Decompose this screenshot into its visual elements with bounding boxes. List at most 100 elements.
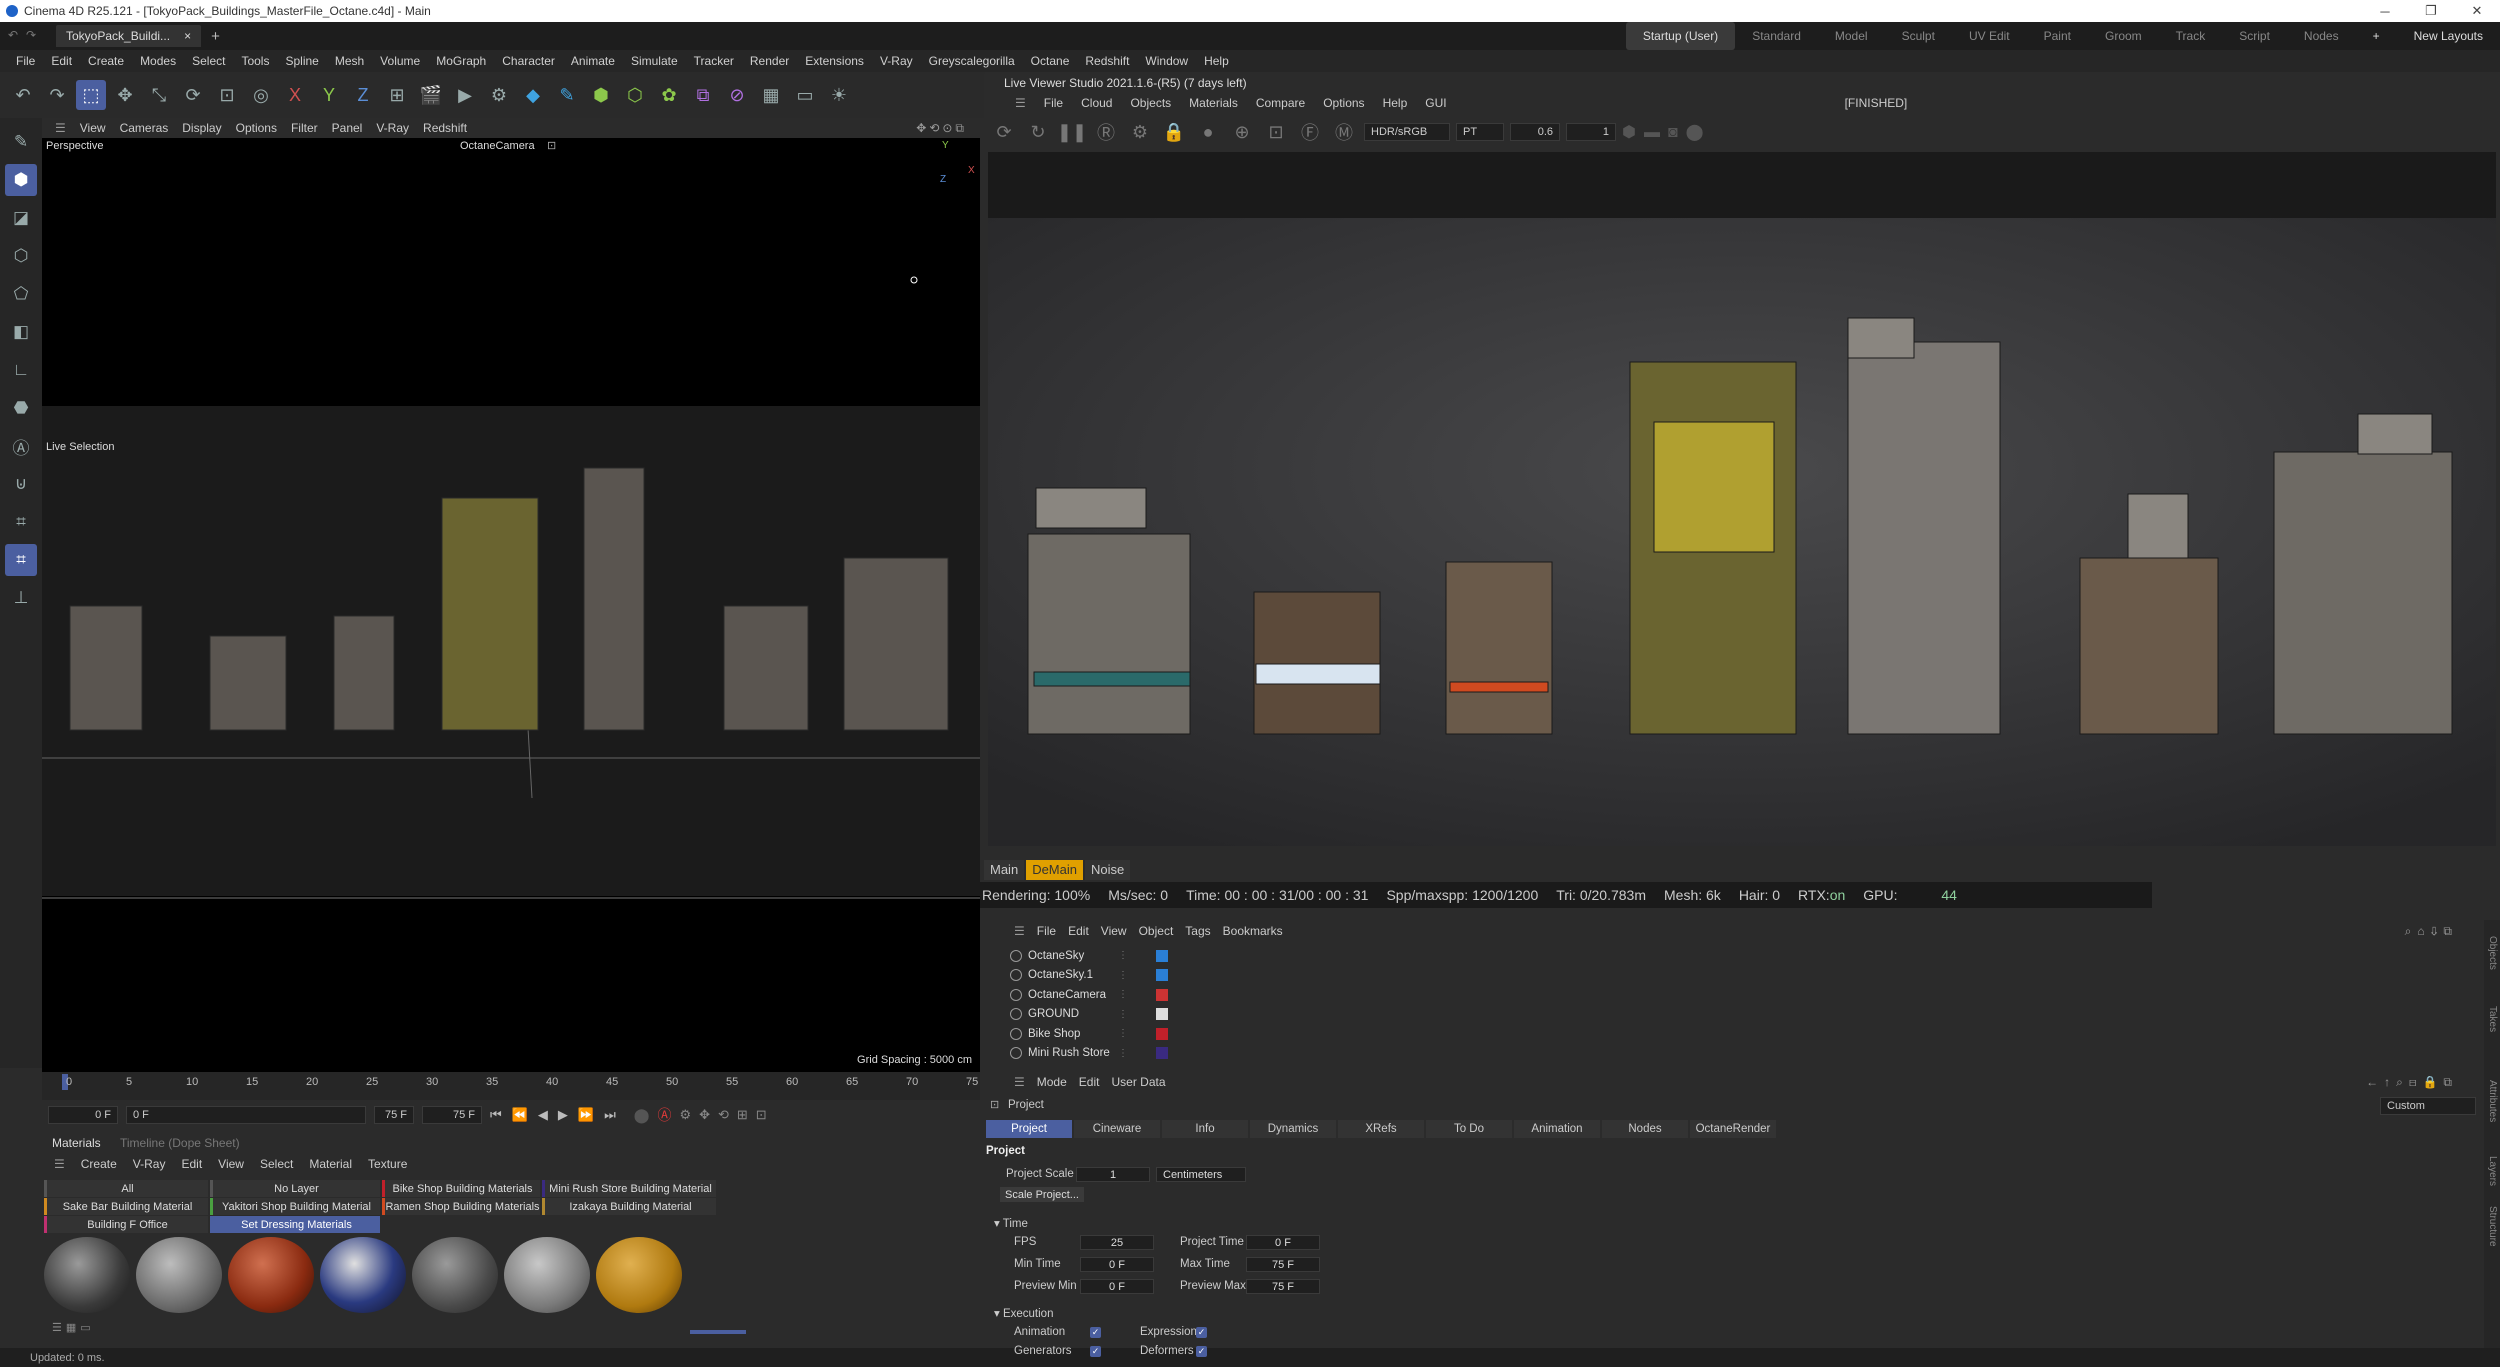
object-tag-icon[interactable] <box>1156 949 1168 962</box>
menu-help[interactable]: Help <box>1196 54 1237 68</box>
object-row[interactable]: GROUND ⋮ <box>1010 1005 2460 1024</box>
undo-tool-icon[interactable]: ↶ <box>8 80 38 110</box>
snap-icon[interactable]: ⊡ <box>212 80 242 110</box>
lv-menu-help[interactable]: Help <box>1374 96 1417 110</box>
document-tab[interactable]: TokyoPack_Buildi... × <box>56 25 202 47</box>
start-frame-field[interactable]: 0 F <box>48 1106 118 1124</box>
autokey-icon[interactable]: Ⓐ <box>657 1105 671 1125</box>
sidebar-layers[interactable]: Layers <box>2487 1156 2498 1186</box>
visibility-dots-icon[interactable]: ⋮ <box>1118 1048 1128 1059</box>
document-tab-close-icon[interactable]: × <box>184 29 191 43</box>
fps-field[interactable]: 25 <box>1080 1235 1154 1250</box>
new-layouts-button[interactable]: New Layouts <box>2397 22 2500 50</box>
layout-script[interactable]: Script <box>2222 22 2287 50</box>
layer-no-layer[interactable]: No Layer <box>210 1180 380 1197</box>
render-view-icon[interactable]: ▶ <box>450 80 480 110</box>
max-time-field[interactable]: 75 F <box>1246 1257 1320 1272</box>
exposure-field[interactable]: 0.6 <box>1510 123 1560 141</box>
menu-create[interactable]: Create <box>80 54 132 68</box>
playback-controls[interactable]: ⏮⏪◀▶⏩⏭ <box>490 1107 626 1123</box>
deformers-checkbox[interactable]: ✓ <box>1196 1346 1207 1357</box>
cloner-icon[interactable]: ⬡ <box>620 80 650 110</box>
sidebar-takes[interactable]: Takes <box>2487 1006 2498 1032</box>
menu-modes[interactable]: Modes <box>132 54 184 68</box>
obj-menu-edit[interactable]: Edit <box>1062 924 1095 938</box>
key-tools-icons[interactable]: ⚙✥⟲⊞⊡ <box>679 1107 774 1123</box>
object-row[interactable]: OctaneSky ⋮ <box>1010 946 2460 965</box>
preview-end-field[interactable]: 75 F <box>374 1106 414 1124</box>
tab-cineware[interactable]: Cineware <box>1074 1120 1160 1138</box>
preview-max-field[interactable]: 75 F <box>1246 1279 1320 1294</box>
new-document-button[interactable]: + <box>211 28 220 45</box>
layer-izakaya[interactable]: Izakaya Building Material <box>542 1198 716 1215</box>
layer-set-dressing[interactable]: Set Dressing Materials <box>210 1216 380 1233</box>
object-row[interactable]: OctaneSky.1 ⋮ <box>1010 966 2460 985</box>
object-tag-icon[interactable] <box>1156 1008 1168 1020</box>
obj-menu-file[interactable]: File <box>1031 924 1062 938</box>
mat-menu-select[interactable]: Select <box>254 1157 299 1171</box>
record-icon[interactable]: ⬤ <box>634 1107 650 1124</box>
viewport-menu-options[interactable]: Options <box>229 121 284 135</box>
layout-startup[interactable]: Startup (User) <box>1625 22 1736 50</box>
object-row[interactable]: Bike Shop ⋮ <box>1010 1024 2460 1043</box>
minimize-icon[interactable]: ─ <box>2362 0 2408 22</box>
lock-icon[interactable]: 🔒 <box>1160 118 1188 146</box>
menu-window[interactable]: Window <box>1137 54 1196 68</box>
layer-sake-bar[interactable]: Sake Bar Building Material <box>44 1198 208 1215</box>
current-frame-field[interactable]: 0 F <box>126 1106 366 1124</box>
layer-field[interactable]: 1 <box>1566 123 1616 141</box>
tab-animation[interactable]: Animation <box>1514 1120 1600 1138</box>
axis-lock-icon[interactable]: ⊥ <box>5 582 37 614</box>
grid-snap-icon[interactable]: ⌗ <box>5 544 37 576</box>
move-icon[interactable]: ✥ <box>110 80 140 110</box>
tab-xrefs[interactable]: XRefs <box>1338 1120 1424 1138</box>
point-mode-icon[interactable]: ⬡ <box>5 240 37 272</box>
weight-icon[interactable]: ⬣ <box>5 392 37 424</box>
menu-animate[interactable]: Animate <box>563 54 623 68</box>
min-time-field[interactable]: 0 F <box>1080 1257 1154 1272</box>
render-region-icon[interactable]: 🎬 <box>416 80 446 110</box>
tab-dynamics[interactable]: Dynamics <box>1250 1120 1336 1138</box>
axis-mode-icon[interactable]: ∟ <box>5 354 37 386</box>
project-scale-field[interactable]: 1 <box>1076 1167 1150 1182</box>
region-icon[interactable]: Ⓡ <box>1092 118 1120 146</box>
tab-octanerender[interactable]: OctaneRender <box>1690 1120 1776 1138</box>
add-layout-button[interactable]: + <box>2356 22 2397 50</box>
viewport-menu-vray[interactable]: V-Ray <box>369 121 416 135</box>
menu-volume[interactable]: Volume <box>372 54 428 68</box>
preview-min-field[interactable]: 0 F <box>1080 1279 1154 1294</box>
tab-materials[interactable]: Materials <box>52 1136 101 1150</box>
animation-checkbox[interactable]: ✓ <box>1090 1327 1101 1338</box>
render-view[interactable] <box>988 152 2496 846</box>
viewport-menu-cameras[interactable]: Cameras <box>113 121 176 135</box>
viewport-nav-icons[interactable]: ✥⟲⊙⧉ <box>909 121 974 136</box>
visibility-dots-icon[interactable]: ⋮ <box>1118 950 1128 961</box>
light-icon[interactable]: ☀ <box>824 80 854 110</box>
layout-track[interactable]: Track <box>2159 22 2223 50</box>
menu-select[interactable]: Select <box>184 54 233 68</box>
attr-nav-icons[interactable]: ←↑⌕⊟🔒⧉ <box>2360 1075 2464 1090</box>
object-tag-icon[interactable] <box>1156 988 1168 1001</box>
viewport-menu-panel[interactable]: Panel <box>325 121 370 135</box>
sculpt-icon[interactable]: Ⓐ <box>5 430 37 462</box>
lv-menu-cloud[interactable]: Cloud <box>1072 96 1121 110</box>
cube-icon[interactable]: ◆ <box>518 80 548 110</box>
scale-project-button[interactable]: Scale Project... <box>1000 1187 1084 1202</box>
generators-checkbox[interactable]: ✓ <box>1090 1346 1101 1357</box>
menu-vray[interactable]: V-Ray <box>872 54 921 68</box>
obj-hamburger-icon[interactable]: ☰ <box>1008 924 1031 938</box>
viewport-menu-view[interactable]: View <box>73 121 113 135</box>
lv-menu-options[interactable]: Options <box>1314 96 1373 110</box>
visibility-dots-icon[interactable]: ⋮ <box>1118 1009 1128 1020</box>
menu-simulate[interactable]: Simulate <box>623 54 686 68</box>
layout-nodes[interactable]: Nodes <box>2287 22 2356 50</box>
mat-menu-edit[interactable]: Edit <box>175 1157 208 1171</box>
attr-menu-userdata[interactable]: User Data <box>1105 1075 1171 1089</box>
menu-greyscalegorilla[interactable]: Greyscalegorilla <box>921 54 1023 68</box>
visibility-dots-icon[interactable]: ⋮ <box>1118 1028 1128 1039</box>
focus-pick-icon[interactable]: ⊕ <box>1228 118 1256 146</box>
project-time-field[interactable]: 0 F <box>1246 1235 1320 1250</box>
redo-icon[interactable]: ↷ <box>26 28 36 42</box>
tab-todo[interactable]: To Do <box>1426 1120 1512 1138</box>
layout-paint[interactable]: Paint <box>2027 22 2088 50</box>
